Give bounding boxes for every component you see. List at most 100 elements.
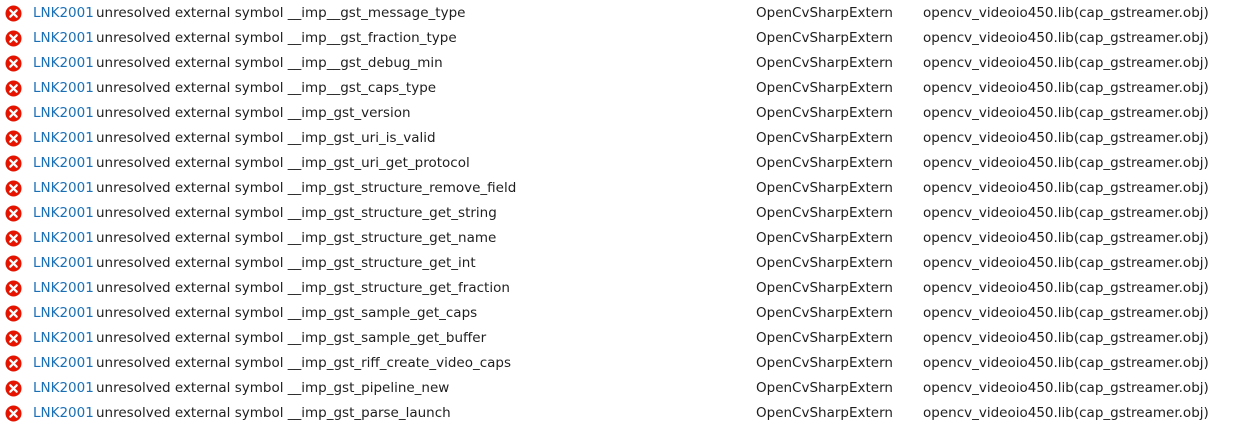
error-row[interactable]: LNK2001 unresolved external symbol __imp_… bbox=[0, 126, 1235, 151]
error-code-link[interactable]: LNK2001 bbox=[33, 226, 94, 251]
error-code-link[interactable]: LNK2001 bbox=[33, 126, 94, 151]
error-code-link[interactable]: LNK2001 bbox=[33, 151, 94, 176]
error-description: unresolved external symbol __imp_gst_str… bbox=[96, 179, 517, 196]
error-row[interactable]: LNK2001 unresolved external symbol __imp_… bbox=[0, 1, 1235, 26]
error-file: opencv_videoio450.lib(cap_gstreamer.obj) bbox=[923, 229, 1209, 246]
error-icon bbox=[5, 30, 22, 47]
error-row[interactable]: LNK2001 unresolved external symbol __imp_… bbox=[0, 326, 1235, 351]
error-row[interactable]: LNK2001 unresolved external symbol __imp_… bbox=[0, 226, 1235, 251]
error-file: opencv_videoio450.lib(cap_gstreamer.obj) bbox=[923, 79, 1209, 96]
error-project: OpenCvSharpExtern bbox=[756, 54, 893, 71]
error-icon bbox=[5, 80, 22, 97]
error-file: opencv_videoio450.lib(cap_gstreamer.obj) bbox=[923, 29, 1209, 46]
error-code-link[interactable]: LNK2001 bbox=[33, 301, 94, 326]
error-description: unresolved external symbol __imp_gst_uri… bbox=[96, 129, 436, 146]
error-code-link[interactable]: LNK2001 bbox=[33, 276, 94, 301]
error-description: unresolved external symbol __imp_gst_str… bbox=[96, 254, 476, 271]
error-code-link[interactable]: LNK2001 bbox=[33, 51, 94, 76]
error-icon bbox=[5, 230, 22, 247]
error-code-link[interactable]: LNK2001 bbox=[33, 176, 94, 201]
error-file: opencv_videoio450.lib(cap_gstreamer.obj) bbox=[923, 379, 1209, 396]
error-code-link[interactable]: LNK2001 bbox=[33, 26, 94, 51]
error-row[interactable]: LNK2001 unresolved external symbol __imp_… bbox=[0, 351, 1235, 376]
error-project: OpenCvSharpExtern bbox=[756, 304, 893, 321]
error-file: opencv_videoio450.lib(cap_gstreamer.obj) bbox=[923, 154, 1209, 171]
error-icon bbox=[5, 5, 22, 22]
error-project: OpenCvSharpExtern bbox=[756, 79, 893, 96]
error-description: unresolved external symbol __imp_gst_str… bbox=[96, 279, 510, 296]
error-file: opencv_videoio450.lib(cap_gstreamer.obj) bbox=[923, 354, 1209, 371]
error-row[interactable]: LNK2001 unresolved external symbol __imp_… bbox=[0, 26, 1235, 51]
error-file: opencv_videoio450.lib(cap_gstreamer.obj) bbox=[923, 279, 1209, 296]
error-project: OpenCvSharpExtern bbox=[756, 379, 893, 396]
error-icon bbox=[5, 130, 22, 147]
error-project: OpenCvSharpExtern bbox=[756, 104, 893, 121]
error-description: unresolved external symbol __imp_gst_par… bbox=[96, 404, 451, 421]
error-project: OpenCvSharpExtern bbox=[756, 404, 893, 421]
error-description: unresolved external symbol __imp_gst_str… bbox=[96, 229, 497, 246]
error-description: unresolved external symbol __imp__gst_ca… bbox=[96, 79, 437, 96]
error-description: unresolved external symbol __imp_gst_str… bbox=[96, 204, 497, 221]
error-file: opencv_videoio450.lib(cap_gstreamer.obj) bbox=[923, 179, 1209, 196]
error-description: unresolved external symbol __imp_gst_uri… bbox=[96, 154, 470, 171]
error-code-link[interactable]: LNK2001 bbox=[33, 201, 94, 226]
error-file: opencv_videoio450.lib(cap_gstreamer.obj) bbox=[923, 129, 1209, 146]
error-file: opencv_videoio450.lib(cap_gstreamer.obj) bbox=[923, 104, 1209, 121]
error-code-link[interactable]: LNK2001 bbox=[33, 326, 94, 351]
error-icon bbox=[5, 305, 22, 322]
error-icon bbox=[5, 380, 22, 397]
error-code-link[interactable]: LNK2001 bbox=[33, 376, 94, 401]
error-row[interactable]: LNK2001 unresolved external symbol __imp_… bbox=[0, 76, 1235, 101]
error-description: unresolved external symbol __imp_gst_sam… bbox=[96, 304, 478, 321]
error-icon bbox=[5, 280, 22, 297]
error-icon bbox=[5, 155, 22, 172]
error-icon bbox=[5, 105, 22, 122]
error-row[interactable]: LNK2001 unresolved external symbol __imp_… bbox=[0, 376, 1235, 401]
error-row[interactable]: LNK2001 unresolved external symbol __imp_… bbox=[0, 176, 1235, 201]
error-icon bbox=[5, 355, 22, 372]
error-list: LNK2001 unresolved external symbol __imp_… bbox=[0, 0, 1235, 429]
error-project: OpenCvSharpExtern bbox=[756, 29, 893, 46]
error-file: opencv_videoio450.lib(cap_gstreamer.obj) bbox=[923, 254, 1209, 271]
error-code-link[interactable]: LNK2001 bbox=[33, 251, 94, 276]
error-icon bbox=[5, 205, 22, 222]
error-row[interactable]: LNK2001 unresolved external symbol __imp_… bbox=[0, 201, 1235, 226]
error-project: OpenCvSharpExtern bbox=[756, 179, 893, 196]
error-description: unresolved external symbol __imp_gst_rif… bbox=[96, 354, 511, 371]
error-file: opencv_videoio450.lib(cap_gstreamer.obj) bbox=[923, 329, 1209, 346]
error-project: OpenCvSharpExtern bbox=[756, 129, 893, 146]
error-project: OpenCvSharpExtern bbox=[756, 279, 893, 296]
error-file: opencv_videoio450.lib(cap_gstreamer.obj) bbox=[923, 204, 1209, 221]
error-icon bbox=[5, 180, 22, 197]
error-description: unresolved external symbol __imp_gst_sam… bbox=[96, 329, 487, 346]
error-description: unresolved external symbol __imp__gst_de… bbox=[96, 54, 443, 71]
error-description: unresolved external symbol __imp_gst_ver… bbox=[96, 104, 411, 121]
error-code-link[interactable]: LNK2001 bbox=[33, 401, 94, 426]
error-row[interactable]: LNK2001 unresolved external symbol __imp_… bbox=[0, 101, 1235, 126]
error-file: opencv_videoio450.lib(cap_gstreamer.obj) bbox=[923, 304, 1209, 321]
error-file: opencv_videoio450.lib(cap_gstreamer.obj) bbox=[923, 4, 1209, 21]
error-row[interactable]: LNK2001 unresolved external symbol __imp_… bbox=[0, 251, 1235, 276]
error-row[interactable]: LNK2001 unresolved external symbol __imp_… bbox=[0, 151, 1235, 176]
error-file: opencv_videoio450.lib(cap_gstreamer.obj) bbox=[923, 54, 1209, 71]
error-code-link[interactable]: LNK2001 bbox=[33, 101, 94, 126]
error-row[interactable]: LNK2001 unresolved external symbol __imp_… bbox=[0, 51, 1235, 76]
error-project: OpenCvSharpExtern bbox=[756, 329, 893, 346]
error-project: OpenCvSharpExtern bbox=[756, 154, 893, 171]
error-code-link[interactable]: LNK2001 bbox=[33, 351, 94, 376]
error-project: OpenCvSharpExtern bbox=[756, 254, 893, 271]
error-code-link[interactable]: LNK2001 bbox=[33, 76, 94, 101]
error-project: OpenCvSharpExtern bbox=[756, 229, 893, 246]
error-code-link[interactable]: LNK2001 bbox=[33, 1, 94, 26]
error-project: OpenCvSharpExtern bbox=[756, 354, 893, 371]
error-row[interactable]: LNK2001 unresolved external symbol __imp_… bbox=[0, 276, 1235, 301]
error-row[interactable]: LNK2001 unresolved external symbol __imp_… bbox=[0, 301, 1235, 326]
error-row-partial[interactable] bbox=[0, 426, 1235, 429]
error-row[interactable]: LNK2001 unresolved external symbol __imp_… bbox=[0, 401, 1235, 426]
error-icon bbox=[5, 405, 22, 422]
error-description: unresolved external symbol __imp_gst_pip… bbox=[96, 379, 450, 396]
error-project: OpenCvSharpExtern bbox=[756, 204, 893, 221]
error-description: unresolved external symbol __imp__gst_me… bbox=[96, 4, 466, 21]
error-icon bbox=[5, 55, 22, 72]
error-icon bbox=[5, 255, 22, 272]
